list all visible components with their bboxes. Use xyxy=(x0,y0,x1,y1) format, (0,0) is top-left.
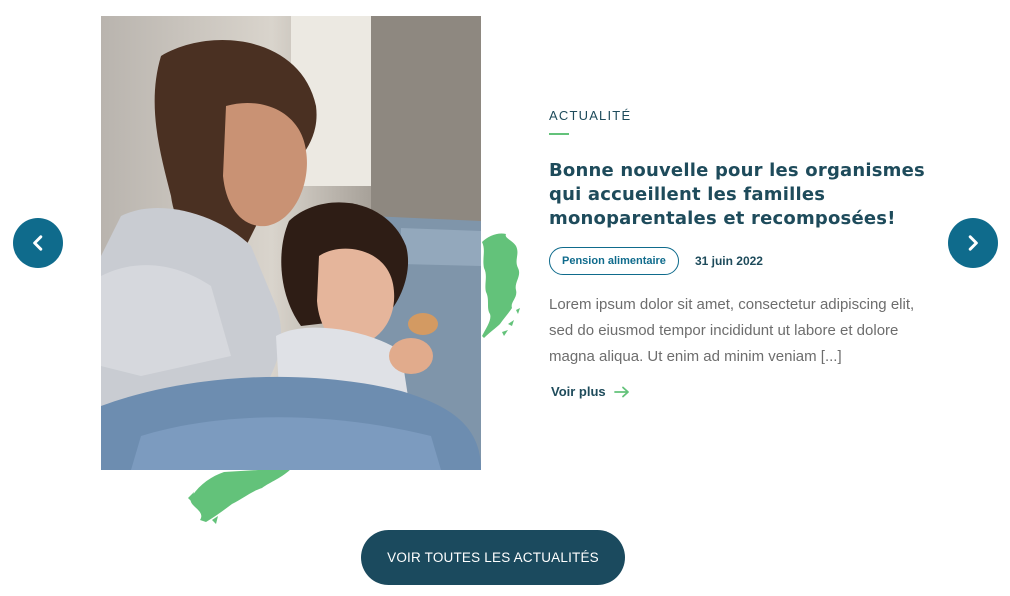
arrow-right-icon xyxy=(613,386,629,397)
article-tag[interactable]: Pension alimentaire xyxy=(549,247,679,275)
brush-stroke-decoration xyxy=(482,233,520,338)
article-content: ACTUALITÉ Bonne nouvelle pour les organi… xyxy=(549,108,929,401)
carousel-next-button[interactable] xyxy=(948,218,998,268)
chevron-left-icon xyxy=(33,235,43,251)
article-excerpt: Lorem ipsum dolor sit amet, consectetur … xyxy=(549,296,915,365)
brush-stroke-decoration xyxy=(188,468,292,524)
read-more-link[interactable]: Voir plus xyxy=(551,384,630,399)
article-meta: Pension alimentaire 31 juin 2022 xyxy=(549,247,929,275)
read-more-label: Voir plus xyxy=(551,384,606,399)
view-all-news-button[interactable]: VOIR TOUTES LES ACTUALITÉS xyxy=(361,530,625,585)
chevron-right-icon xyxy=(968,235,978,251)
article-date: 31 juin 2022 xyxy=(694,254,763,268)
article-image[interactable] xyxy=(101,16,481,470)
news-carousel: ACTUALITÉ Bonne nouvelle pour les organi… xyxy=(0,0,1010,596)
article-category: ACTUALITÉ xyxy=(549,108,632,123)
article-title[interactable]: Bonne nouvelle pour les organismes qui a… xyxy=(549,159,929,231)
category-divider xyxy=(549,133,569,135)
carousel-prev-button[interactable] xyxy=(13,218,63,268)
